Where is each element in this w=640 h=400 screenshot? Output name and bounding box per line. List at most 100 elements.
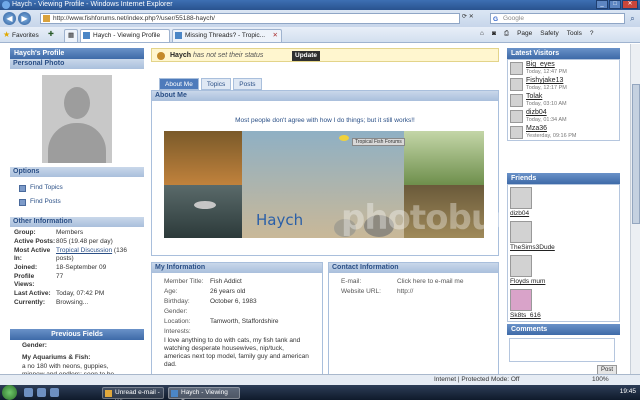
latest-visitors-heading: Latest Visitors	[507, 48, 620, 59]
taskbar-item-email[interactable]: Unread e-mail - Win...	[102, 387, 164, 400]
contact-row: Website URL: http://	[341, 287, 414, 297]
personal-photo-heading: Personal Photo	[10, 59, 144, 69]
window-titlebar: Haych - Viewing Profile - Windows Intern…	[0, 0, 640, 10]
command-bar: ⌂ ◙ ⎙ Page Safety Tools ?	[480, 30, 594, 38]
friends-heading: Friends	[507, 173, 620, 184]
window-controls: _ □ ✕	[596, 0, 638, 10]
options-heading: Options	[10, 167, 144, 177]
most-active-forum-link[interactable]: Tropical Discussion	[56, 247, 112, 254]
add-favorites-icon[interactable]: ✚	[48, 30, 60, 40]
visitor-item[interactable]: Mza36 Yesterday, 09:16 PM	[508, 124, 619, 140]
status-bar: Haych has not set their status Update	[151, 48, 499, 62]
maximize-icon[interactable]: □	[609, 0, 621, 9]
update-status-button[interactable]: Update	[292, 51, 321, 61]
tab-row: ★ Favorites ✚ ▦ Haych - Viewing Profile …	[0, 27, 640, 43]
page-menu[interactable]: Page	[517, 30, 532, 38]
banner-plaque: Tropical Fish Forums	[352, 138, 405, 146]
find-topics-link[interactable]: Find Topics	[16, 181, 138, 195]
taskbar-item-ie[interactable]: Haych - Viewing Pr...	[168, 387, 240, 400]
browser-status-bar: Internet | Protected Mode: Off 100%	[0, 374, 640, 385]
page-content: Haych's Profile Personal Photo Options F…	[0, 44, 640, 379]
refresh-icon[interactable]: ⟳ ✕	[462, 13, 486, 24]
topics-icon	[19, 185, 26, 192]
info-row: Group: Members	[14, 229, 84, 236]
tab-viewing-profile[interactable]: Haych - Viewing Profile	[80, 29, 170, 42]
mail-icon	[105, 390, 112, 397]
friend-item[interactable]: Floyds mum	[508, 253, 619, 287]
quick-launch-icon[interactable]	[24, 388, 33, 397]
home-icon[interactable]: ⌂	[480, 30, 484, 38]
options-list: Find Topics Find Posts	[10, 177, 144, 217]
safety-menu[interactable]: Safety	[540, 30, 558, 38]
previous-fields-heading: Previous Fields	[10, 329, 144, 340]
left-column: Haych's Profile Personal Photo Options F…	[10, 48, 144, 379]
find-posts-link[interactable]: Find Posts	[16, 195, 138, 209]
comments-box: Post	[507, 335, 620, 377]
posts-icon	[19, 199, 26, 206]
favorites-button[interactable]: ★ Favorites	[3, 30, 39, 39]
friend-item[interactable]: TheSims3Dude	[508, 219, 619, 253]
start-button[interactable]	[2, 385, 17, 400]
comment-input[interactable]	[509, 338, 615, 362]
comments-heading: Comments	[507, 324, 620, 335]
other-info: Group: Members Active Posts: 805 (19.48 pe…	[10, 227, 144, 329]
tools-menu[interactable]: Tools	[567, 30, 582, 38]
visitor-item[interactable]: Fishyjake13 Today, 12:17 PM	[508, 76, 619, 92]
quick-tabs-icon[interactable]: ▦	[64, 29, 78, 42]
info-row: Joined: 18-September 09	[14, 264, 107, 271]
contact-information-heading: Contact Information	[329, 263, 498, 273]
info-row: Age: 26 years old	[164, 288, 246, 295]
my-information-heading: My Information	[152, 263, 322, 273]
feeds-icon[interactable]: ◙	[492, 30, 496, 38]
contact-row: E-mail: Click here to e-mail me	[341, 277, 464, 287]
banner-name: Haych	[256, 211, 304, 229]
tab-close-icon[interactable]: ✕	[273, 30, 278, 42]
address-bar[interactable]: http://www.fishforums.net/index.php?/use…	[40, 13, 460, 24]
back-icon[interactable]: ◀	[3, 12, 16, 25]
vertical-scrollbar[interactable]	[630, 44, 640, 374]
forward-icon[interactable]: ▶	[18, 12, 31, 25]
tab-missing-threads[interactable]: Missing Threads? - Tropic... ✕	[172, 29, 282, 42]
gender-label: Gender:	[22, 342, 47, 349]
avatar	[510, 187, 532, 209]
search-icon[interactable]: ⌕	[627, 13, 638, 24]
tab-favicon	[175, 32, 182, 39]
quick-launch-icon[interactable]	[37, 388, 46, 397]
search-input[interactable]: G Google	[490, 13, 625, 24]
info-row: Active Posts: 805 (19.48 per day)	[14, 238, 113, 245]
website-link[interactable]: http://	[397, 287, 413, 297]
tab-label: Missing Threads? - Tropic...	[185, 32, 266, 39]
email-link[interactable]: Click here to e-mail me	[397, 277, 463, 287]
info-row: Member Title: Fish Addict	[164, 278, 242, 285]
friend-item[interactable]: dizb04	[508, 185, 619, 219]
visitor-item[interactable]: Big_eyes Today, 12:47 PM	[508, 60, 619, 76]
friends-list: dizb04 TheSims3Dude Floyds mum Sk8ts_616	[507, 184, 620, 322]
visitor-item[interactable]: dizb04 Today, 01:34 AM	[508, 108, 619, 124]
contact-information-panel: Contact Information E-mail: Click here to…	[328, 262, 499, 378]
profile-title: Haych's Profile	[10, 48, 144, 59]
personal-photo	[10, 69, 144, 167]
avatar	[510, 289, 532, 311]
favorites-label: Favorites	[11, 32, 39, 39]
scrollbar-thumb[interactable]	[632, 84, 640, 224]
user-icon	[157, 52, 165, 60]
friend-item[interactable]: Sk8ts_616	[508, 287, 619, 321]
help-icon[interactable]: ?	[590, 30, 594, 38]
right-column: Latest Visitors Big_eyes Today, 12:47 PM …	[507, 48, 620, 377]
minimize-icon[interactable]: _	[596, 0, 608, 9]
visitor-item[interactable]: Tolak Today, 03:10 AM	[508, 92, 619, 108]
visitors-list: Big_eyes Today, 12:47 PM Fishyjake13 Today…	[507, 59, 620, 141]
quick-launch-icon[interactable]	[50, 388, 59, 397]
zoom-level[interactable]: 100%	[592, 375, 609, 385]
tab-topics[interactable]: Topics	[200, 78, 232, 90]
aquariums-label: My Aquariums & Fish:	[22, 354, 91, 361]
address-text: http://www.fishforums.net/index.php?/use…	[53, 15, 215, 22]
profile-tabs: About Me Topics Posts	[159, 78, 262, 90]
clock: 19:45	[619, 388, 636, 395]
ie-icon	[2, 1, 10, 9]
tab-about-me[interactable]: About Me	[159, 78, 199, 90]
tab-posts[interactable]: Posts	[233, 78, 262, 90]
google-icon: G	[493, 16, 499, 23]
print-icon[interactable]: ⎙	[504, 30, 509, 38]
close-icon[interactable]: ✕	[622, 0, 638, 9]
